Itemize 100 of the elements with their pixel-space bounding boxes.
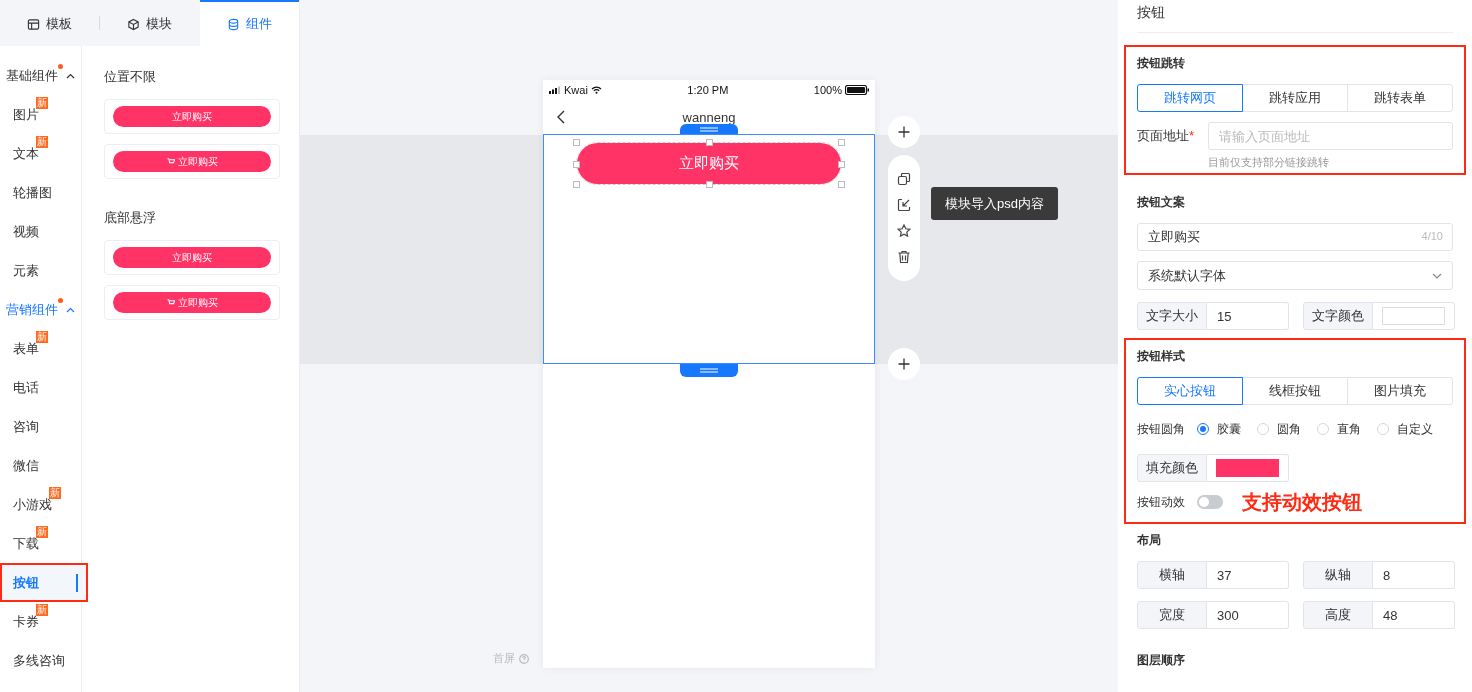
field-label: 纵轴 <box>1303 561 1373 589</box>
resize-handle[interactable] <box>573 160 580 168</box>
nav-item[interactable]: 新 小游戏 <box>0 485 88 524</box>
input-field[interactable]: 37 <box>1207 561 1289 589</box>
tooltip: 模块导入psd内容 <box>931 187 1058 220</box>
color-swatch <box>1382 307 1445 325</box>
nav-item[interactable]: 咨询 <box>0 407 88 446</box>
segment-tab[interactable]: 跳转网页 <box>1137 84 1243 112</box>
database-icon <box>226 17 240 31</box>
input-field[interactable]: 8 <box>1373 561 1455 589</box>
resize-handle[interactable] <box>706 139 713 146</box>
resize-handle[interactable] <box>573 139 580 146</box>
panel-title: 按钮 <box>1137 0 1453 33</box>
field-label: 按钮圆角 <box>1137 420 1186 438</box>
button-label: 立即购买 <box>177 154 218 169</box>
resize-handle[interactable] <box>706 181 713 188</box>
group-title: 位置不限 <box>104 68 157 86</box>
help-icon <box>519 653 529 664</box>
add-button[interactable] <box>888 116 920 148</box>
segment-tab[interactable]: 线框按钮 <box>1242 377 1348 405</box>
field-label: 填充颜色 <box>1137 454 1207 482</box>
field-label: 横轴 <box>1137 561 1207 589</box>
new-badge: 新 <box>49 486 61 499</box>
color-swatch <box>1216 459 1279 477</box>
add-button[interactable] <box>888 348 920 380</box>
module-frame[interactable]: 立即购买 <box>543 134 875 364</box>
buy-button[interactable]: 立即购买 <box>577 143 841 184</box>
input-field[interactable]: 15 <box>1207 302 1289 330</box>
segment-tab[interactable]: 实心按钮 <box>1137 377 1243 405</box>
star-icon[interactable] <box>897 224 911 238</box>
segment-tab[interactable]: 图片填充 <box>1347 377 1453 405</box>
section-title: 按钮跳转 <box>1137 55 1186 71</box>
resize-handle[interactable] <box>838 160 845 168</box>
color-field[interactable] <box>1373 302 1455 330</box>
field-label: 文字颜色 <box>1303 302 1373 330</box>
trash-icon[interactable] <box>897 250 911 264</box>
segment-tab[interactable]: 跳转表单 <box>1347 84 1453 112</box>
panel-tab[interactable]: 模板 <box>0 0 100 46</box>
nav-item[interactable]: 轮播图 <box>0 173 88 212</box>
nav-item[interactable]: 视频 <box>0 212 88 251</box>
component-card[interactable]: 立即购买 <box>104 144 280 179</box>
nav-item[interactable]: 新 下载 <box>0 524 88 563</box>
new-badge: 新 <box>36 96 48 109</box>
button-label: 立即购买 <box>177 295 218 310</box>
toggle-switch[interactable] <box>1197 495 1223 509</box>
panel-tab[interactable]: 模块 <box>100 0 200 46</box>
nav-item[interactable]: 电话 <box>0 368 88 407</box>
nav-item[interactable]: 多线咨询 <box>0 641 88 680</box>
hint-text: 目前仅支持部分链接跳转 <box>1208 155 1330 170</box>
panel-tab[interactable]: 组件 <box>199 0 299 46</box>
nav-item[interactable]: 新 文本 <box>0 134 88 173</box>
category-header[interactable]: 营销组件 <box>0 290 81 329</box>
radio-option[interactable]: 直角 <box>1317 420 1377 438</box>
section-title: 图层顺序 <box>1137 652 1186 668</box>
grip-icon <box>699 368 719 373</box>
url-field[interactable]: 请输入页面地址 <box>1208 122 1453 150</box>
radio-option[interactable]: 胶囊 <box>1197 420 1257 438</box>
layout-icon <box>27 17 41 31</box>
grip-icon <box>699 126 719 132</box>
status-time: 1:20 PM <box>687 84 729 96</box>
nav-item[interactable]: 元素 <box>0 251 88 290</box>
resize-handle[interactable] <box>838 181 845 188</box>
page-title: wanneng <box>682 109 736 125</box>
font-select[interactable]: 系统默认字体 <box>1137 261 1453 290</box>
component-card[interactable]: 立即购买 <box>104 99 280 134</box>
import-icon[interactable] <box>897 198 911 212</box>
battery-level: 100% <box>813 84 842 96</box>
component-card[interactable]: 立即购买 <box>104 285 280 320</box>
field-label: 宽度 <box>1137 601 1207 629</box>
plus-icon <box>898 126 910 138</box>
color-field[interactable] <box>1207 454 1289 482</box>
resize-handle[interactable] <box>573 181 580 188</box>
new-badge: 新 <box>36 603 48 616</box>
plus-icon <box>898 358 910 370</box>
new-badge: 新 <box>36 135 48 148</box>
carrier-name: Kwai <box>564 84 588 96</box>
annotation-text: 支持动效按钮 <box>1242 489 1362 515</box>
nav-item[interactable]: 微信 <box>0 446 88 485</box>
drag-handle[interactable] <box>680 364 738 377</box>
new-badge: 新 <box>36 525 48 538</box>
nav-item[interactable]: 按钮 <box>0 563 88 602</box>
cart-icon <box>166 158 175 165</box>
section-title: 布局 <box>1137 532 1162 548</box>
nav-item[interactable]: 新 图片 <box>0 95 88 134</box>
char-counter: 4/10 <box>1421 230 1443 242</box>
segment-tab[interactable]: 跳转应用 <box>1242 84 1348 112</box>
drag-handle[interactable] <box>680 124 738 134</box>
new-badge: 新 <box>36 330 48 343</box>
nav-item[interactable]: 新 卡券 <box>0 602 88 641</box>
radio-option[interactable]: 圆角 <box>1257 420 1317 438</box>
active-indicator <box>76 574 78 592</box>
radio-option[interactable]: 自定义 <box>1377 420 1437 438</box>
nav-item[interactable]: 新 表单 <box>0 329 88 368</box>
input-field[interactable]: 48 <box>1373 601 1455 629</box>
category-header[interactable]: 基础组件 <box>0 56 81 95</box>
chevron-down-icon <box>1432 272 1442 279</box>
component-card[interactable]: 立即购买 <box>104 240 280 275</box>
copy-icon[interactable] <box>897 172 911 186</box>
input-field[interactable]: 300 <box>1207 601 1289 629</box>
resize-handle[interactable] <box>838 139 845 146</box>
